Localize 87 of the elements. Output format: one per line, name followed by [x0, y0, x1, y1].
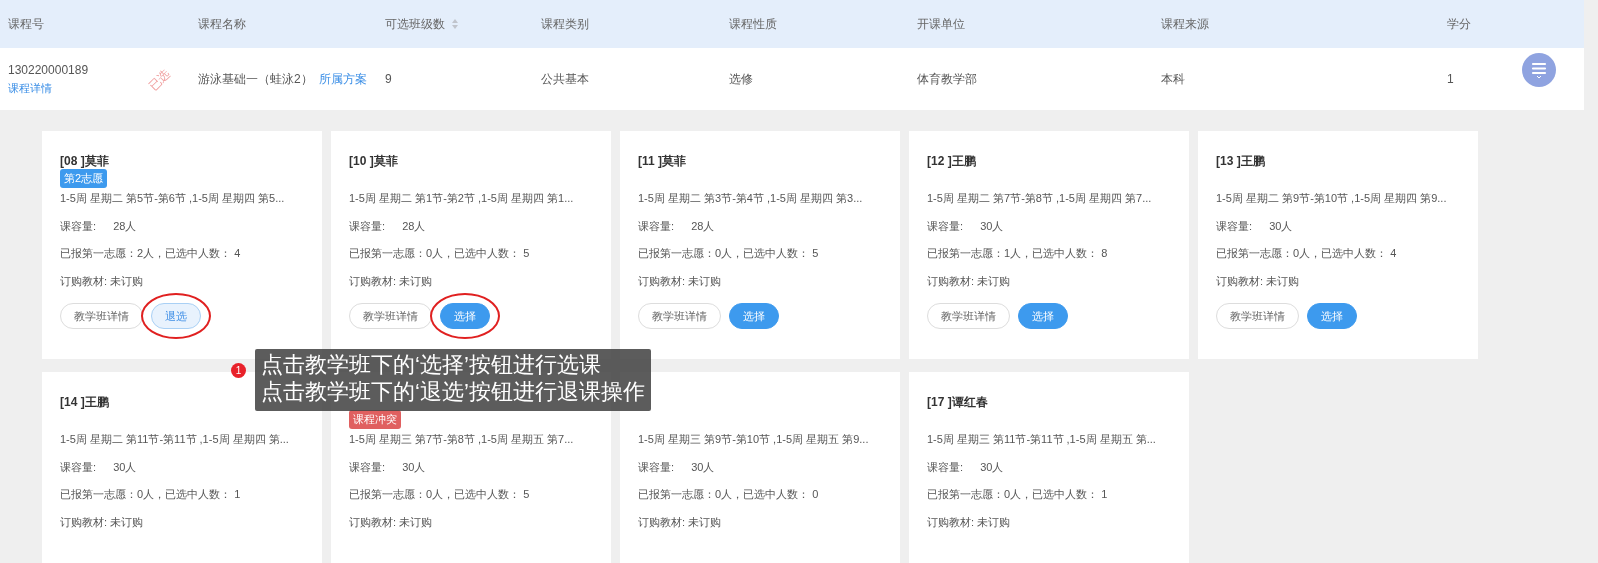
- signup-text: 已报第一志愿：0人，已选中人数： 5: [349, 487, 531, 502]
- textbook-text: 订购教材: 未订购: [349, 514, 434, 530]
- status-badge: 第2志愿: [60, 169, 108, 188]
- column-header: 课程来源: [1161, 15, 1209, 33]
- class-detail-button[interactable]: 教学班详情: [349, 303, 432, 329]
- capacity-value: 30人: [113, 460, 137, 473]
- column-header: 开课单位: [917, 15, 965, 33]
- capacity-label: 课容量:: [927, 460, 964, 473]
- table-cell-text: 公共基本: [541, 70, 589, 88]
- textbook-text: 订购教材: 未订购: [927, 273, 1012, 289]
- class-title: [08 ]莫菲: [60, 153, 110, 169]
- table-cell-text: 体育教学部: [917, 70, 977, 88]
- table-cell-text: 9: [385, 71, 392, 88]
- capacity-value: 30人: [1269, 219, 1293, 232]
- select-button[interactable]: 选择: [1018, 303, 1068, 329]
- plan-link[interactable]: 所属方案: [318, 70, 367, 88]
- schedule-text: 1-5周 星期二 第9节-第10节 ,1-5周 星期四 第9...: [1216, 191, 1448, 206]
- schedule-text: 1-5周 星期三 第11节-第11节 ,1-5周 星期五 第...: [927, 432, 1157, 447]
- schedule-text: 1-5周 星期二 第5节-第6节 ,1-5周 星期四 第5...: [60, 191, 286, 206]
- sort-icon[interactable]: [451, 18, 459, 30]
- column-header: 课程类别: [541, 15, 589, 33]
- class-title: [13 ]王鹏: [1216, 153, 1266, 169]
- column-header: 课程性质: [729, 15, 777, 33]
- capacity-value: 30人: [980, 460, 1004, 473]
- textbook-text: 订购教材: 未订购: [638, 514, 723, 530]
- schedule-text: 1-5周 星期二 第11节-第11节 ,1-5周 星期四 第...: [60, 432, 290, 447]
- textbook-text: 订购教材: 未订购: [1216, 273, 1301, 289]
- column-header: 学分: [1447, 15, 1471, 33]
- select-button[interactable]: 选择: [1307, 303, 1357, 329]
- tooltip-line: 点击教学班下的‘退选’按钮进行退课操作: [261, 378, 645, 405]
- signup-text: 已报第一志愿：1人，已选中人数： 8: [927, 246, 1109, 261]
- course-name: 游泳基础一（蛙泳2）: [198, 70, 313, 88]
- tooltip-line: 点击教学班下的‘选择’按钮进行选课: [261, 351, 602, 378]
- menu-button[interactable]: [1522, 53, 1556, 87]
- class-detail-button[interactable]: 教学班详情: [60, 303, 143, 329]
- schedule-text: 1-5周 星期二 第3节-第4节 ,1-5周 星期四 第3...: [638, 191, 864, 206]
- capacity-label: 课容量:: [60, 219, 97, 232]
- table-cell-text: 1: [1447, 71, 1454, 88]
- class-title: [11 ]莫菲: [638, 153, 687, 169]
- column-header: 课程名称: [198, 15, 246, 33]
- capacity-label: 课容量:: [349, 219, 386, 232]
- signup-text: 已报第一志愿：0人，已选中人数： 5: [638, 246, 820, 261]
- selected-label: 已选: [145, 66, 175, 95]
- column-header[interactable]: 可选班级数: [385, 0, 459, 48]
- capacity-value: 28人: [113, 219, 137, 232]
- textbook-text: 订购教材: 未订购: [349, 273, 434, 289]
- textbook-text: 订购教材: 未订购: [638, 273, 723, 289]
- withdraw-button[interactable]: 退选: [151, 303, 201, 329]
- capacity-value: 30人: [980, 219, 1004, 232]
- capacity-value: 28人: [691, 219, 715, 232]
- class-title: [17 ]谭红春: [927, 394, 989, 410]
- class-title: [10 ]莫菲: [349, 153, 399, 169]
- select-button[interactable]: 选择: [729, 303, 779, 329]
- column-header: 课程号: [8, 15, 44, 33]
- class-detail-button[interactable]: 教学班详情: [638, 303, 721, 329]
- textbook-text: 订购教材: 未订购: [60, 273, 145, 289]
- schedule-text: 1-5周 星期三 第9节-第10节 ,1-5周 星期五 第9...: [638, 432, 870, 447]
- signup-text: 已报第一志愿：0人，已选中人数： 1: [60, 487, 242, 502]
- capacity-value: 30人: [691, 460, 715, 473]
- signup-text: 已报第一志愿：0人，已选中人数： 5: [349, 246, 531, 261]
- class-detail-button[interactable]: 教学班详情: [1216, 303, 1299, 329]
- textbook-text: 订购教材: 未订购: [927, 514, 1012, 530]
- signup-text: 已报第一志愿：0人，已选中人数： 0: [638, 487, 820, 502]
- capacity-label: 课容量:: [638, 219, 675, 232]
- schedule-text: 1-5周 星期二 第7节-第8节 ,1-5周 星期四 第7...: [927, 191, 1153, 206]
- capacity-label: 课容量:: [60, 460, 97, 473]
- course-detail-link[interactable]: 课程详情: [8, 80, 52, 96]
- table-cell-text: 本科: [1161, 70, 1185, 88]
- class-detail-button[interactable]: 教学班详情: [927, 303, 1010, 329]
- capacity-label: 课容量:: [927, 219, 964, 232]
- capacity-label: 课容量:: [349, 460, 386, 473]
- capacity-label: 课容量:: [1216, 219, 1253, 232]
- capacity-value: 28人: [402, 219, 426, 232]
- signup-text: 已报第一志愿：0人，已选中人数： 4: [1216, 246, 1398, 261]
- capacity-label: 课容量:: [638, 460, 675, 473]
- schedule-text: 1-5周 星期二 第1节-第2节 ,1-5周 星期四 第1...: [349, 191, 575, 206]
- class-title: [12 ]王鹏: [927, 153, 977, 169]
- course-code: 130220000189: [8, 62, 89, 77]
- capacity-value: 30人: [402, 460, 426, 473]
- menu-icon: [1531, 61, 1547, 79]
- select-button[interactable]: 选择: [440, 303, 490, 329]
- schedule-text: 1-5周 星期三 第7节-第8节 ,1-5周 星期五 第7...: [349, 432, 575, 447]
- signup-text: 已报第一志愿：0人，已选中人数： 1: [927, 487, 1109, 502]
- signup-text: 已报第一志愿：2人，已选中人数： 4: [60, 246, 242, 261]
- textbook-text: 订购教材: 未订购: [60, 514, 145, 530]
- class-title: [14 ]王鹏: [60, 394, 110, 410]
- table-cell-text: 选修: [729, 70, 753, 88]
